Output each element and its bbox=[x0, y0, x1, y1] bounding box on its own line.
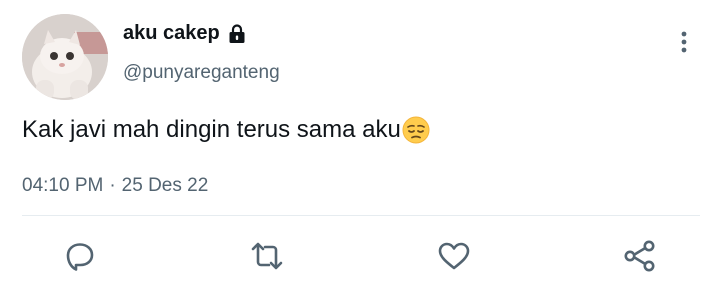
more-options-button[interactable] bbox=[670, 28, 698, 56]
lock-icon bbox=[228, 23, 246, 44]
meta-separator: · bbox=[109, 175, 116, 196]
cat-avatar-image bbox=[22, 14, 108, 100]
retweet-icon bbox=[251, 242, 283, 270]
reply-button[interactable] bbox=[62, 238, 98, 274]
pensive-face-emoji-icon bbox=[402, 116, 430, 144]
more-vertical-icon bbox=[681, 31, 687, 53]
reply-icon bbox=[66, 243, 94, 271]
tweet-card: aku cakep @punyareganteng Kak javi mah d… bbox=[0, 0, 720, 303]
avatar[interactable] bbox=[22, 14, 108, 100]
retweet-button[interactable] bbox=[249, 238, 285, 274]
tweet-time: 04:10 PM bbox=[22, 175, 104, 196]
tweet-date: 25 Des 22 bbox=[121, 175, 209, 196]
tweet-timestamp[interactable]: 04:10 PM · 25 Des 22 bbox=[22, 175, 208, 197]
tweet-text-content: Kak javi mah dingin terus sama aku bbox=[22, 116, 401, 143]
share-button[interactable] bbox=[622, 238, 658, 274]
author-name-row: aku cakep bbox=[123, 22, 246, 45]
share-icon bbox=[624, 240, 655, 272]
display-name[interactable]: aku cakep bbox=[123, 22, 220, 45]
heart-icon bbox=[438, 242, 470, 270]
like-button[interactable] bbox=[436, 238, 472, 274]
author-handle[interactable]: @punyareganteng bbox=[123, 62, 280, 84]
tweet-text: Kak javi mah dingin terus sama aku bbox=[22, 116, 430, 144]
divider bbox=[22, 215, 700, 216]
